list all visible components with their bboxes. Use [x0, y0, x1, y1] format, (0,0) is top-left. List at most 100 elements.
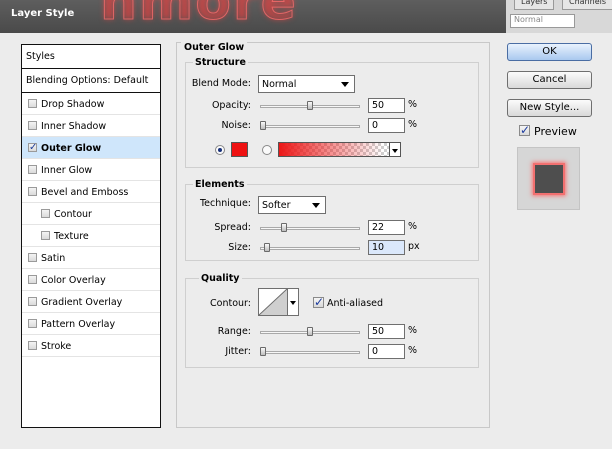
spread-slider[interactable] [260, 227, 360, 230]
effects-list: Drop Shadow Inner Shadow ✓ Outer Glow Inner … [22, 93, 160, 357]
blending-options-label: Blending Options: Default [26, 75, 149, 86]
blend-mode-value: Normal [262, 79, 297, 90]
effect-label: Drop Shadow [41, 99, 105, 110]
spread-input[interactable]: 22 [368, 220, 405, 235]
effect-item-color-overlay[interactable]: Color Overlay [22, 269, 160, 291]
effect-label: Pattern Overlay [41, 319, 116, 330]
effect-checkbox[interactable] [28, 99, 37, 108]
effect-checkbox[interactable]: ✓ [28, 143, 37, 153]
chevron-down-icon [312, 203, 320, 208]
spread-slider-thumb[interactable] [280, 223, 287, 232]
gradient-picker-button[interactable] [390, 142, 401, 157]
spread-unit: % [408, 221, 418, 232]
opacity-slider-thumb[interactable] [307, 101, 313, 110]
jitter-slider[interactable] [260, 351, 360, 354]
blend-mode-dropdown[interactable]: Normal [258, 75, 355, 93]
jitter-label: Jitter: [225, 346, 251, 357]
preview-checkbox[interactable]: ✓ [519, 123, 531, 137]
elements-heading: Elements [193, 179, 247, 190]
size-input[interactable]: 10 [368, 240, 405, 255]
contour-picker-button[interactable] [288, 288, 299, 316]
cancel-button[interactable]: Cancel [507, 71, 592, 89]
chevron-down-icon [290, 301, 296, 305]
title-bar: nmore Layer Style Layers Channels Normal [0, 0, 612, 33]
styles-list: Styles Blending Options: Default Drop Sh… [21, 44, 161, 428]
channels-tab: Channels [562, 0, 612, 10]
gradient-radio[interactable] [262, 145, 272, 155]
effect-label: Inner Shadow [41, 121, 107, 132]
effect-item-gradient-overlay[interactable]: Gradient Overlay [22, 291, 160, 313]
size-slider[interactable] [260, 247, 360, 250]
noise-unit: % [408, 119, 418, 130]
effect-item-pattern-overlay[interactable]: Pattern Overlay [22, 313, 160, 335]
range-unit: % [408, 325, 418, 336]
noise-slider-thumb[interactable] [260, 121, 266, 130]
technique-dropdown[interactable]: Softer [258, 196, 326, 214]
effect-item-bevel-and-emboss[interactable]: Bevel and Emboss [22, 181, 160, 203]
contour-preview[interactable] [258, 288, 288, 316]
spread-label: Spread: [214, 222, 251, 233]
background-layers-panel: Layers Channels Normal [506, 0, 612, 33]
effect-label: Stroke [41, 341, 72, 352]
background-blend-mode: Normal [510, 14, 575, 28]
blending-options-item[interactable]: Blending Options: Default [22, 69, 160, 93]
size-slider-thumb[interactable] [263, 243, 270, 252]
effect-checkbox[interactable] [41, 231, 50, 240]
range-slider-thumb[interactable] [307, 327, 313, 336]
effect-checkbox[interactable] [28, 319, 37, 328]
checkmark-icon: ✓ [520, 123, 531, 137]
effect-checkbox[interactable] [28, 187, 37, 196]
size-unit: px [408, 241, 420, 252]
effect-checkbox[interactable] [28, 275, 37, 284]
new-style-button[interactable]: New Style... [507, 99, 592, 117]
effect-label: Gradient Overlay [41, 297, 123, 308]
technique-label: Technique: [199, 198, 251, 209]
effect-item-inner-glow[interactable]: Inner Glow [22, 159, 160, 181]
noise-label: Noise: [221, 120, 251, 131]
background-canvas-text: nmore [100, 0, 298, 33]
linear-contour-icon [259, 289, 287, 315]
effect-label: Inner Glow [41, 165, 93, 176]
jitter-input[interactable]: 0 [368, 344, 405, 359]
effect-item-texture[interactable]: Texture [22, 225, 160, 247]
effect-checkbox[interactable] [28, 165, 37, 174]
glow-color-swatch[interactable] [231, 142, 248, 157]
window-title: Layer Style [11, 8, 75, 19]
effect-label: Bevel and Emboss [41, 187, 129, 198]
preview-label: Preview [534, 125, 577, 138]
styles-item[interactable]: Styles [22, 45, 160, 69]
effect-checkbox[interactable] [28, 341, 37, 350]
anti-aliased-checkbox[interactable]: ✓ [313, 296, 324, 308]
effect-item-contour[interactable]: Contour [22, 203, 160, 225]
effect-item-drop-shadow[interactable]: Drop Shadow [22, 93, 160, 115]
solid-color-radio[interactable] [215, 145, 225, 155]
chevron-down-icon [392, 149, 398, 153]
effect-item-satin[interactable]: Satin [22, 247, 160, 269]
jitter-slider-thumb[interactable] [260, 347, 266, 356]
effect-checkbox[interactable] [41, 209, 50, 218]
chevron-down-icon [341, 82, 349, 87]
size-label: Size: [228, 242, 251, 253]
outer-glow-title: Outer Glow [181, 42, 248, 53]
effect-checkbox[interactable] [28, 121, 37, 130]
effect-item-inner-shadow[interactable]: Inner Shadow [22, 115, 160, 137]
ok-button[interactable]: OK [507, 43, 592, 61]
glow-gradient-swatch[interactable] [278, 142, 390, 157]
range-input[interactable]: 50 [368, 324, 405, 339]
opacity-input[interactable]: 50 [368, 98, 405, 113]
noise-slider[interactable] [260, 125, 360, 128]
styles-label: Styles [26, 51, 55, 62]
effect-item-stroke[interactable]: Stroke [22, 335, 160, 357]
jitter-unit: % [408, 345, 418, 356]
effect-label: Outer Glow [41, 143, 102, 154]
blend-mode-label: Blend Mode: [191, 78, 251, 89]
effect-checkbox[interactable] [28, 253, 37, 262]
quality-heading: Quality [199, 273, 242, 284]
effect-checkbox[interactable] [28, 297, 37, 306]
effect-item-outer-glow[interactable]: ✓ Outer Glow [22, 137, 160, 159]
opacity-unit: % [408, 99, 418, 110]
effect-label: Contour [54, 209, 92, 220]
effect-label: Color Overlay [41, 275, 106, 286]
noise-input[interactable]: 0 [368, 118, 405, 133]
effect-label: Texture [54, 231, 89, 242]
